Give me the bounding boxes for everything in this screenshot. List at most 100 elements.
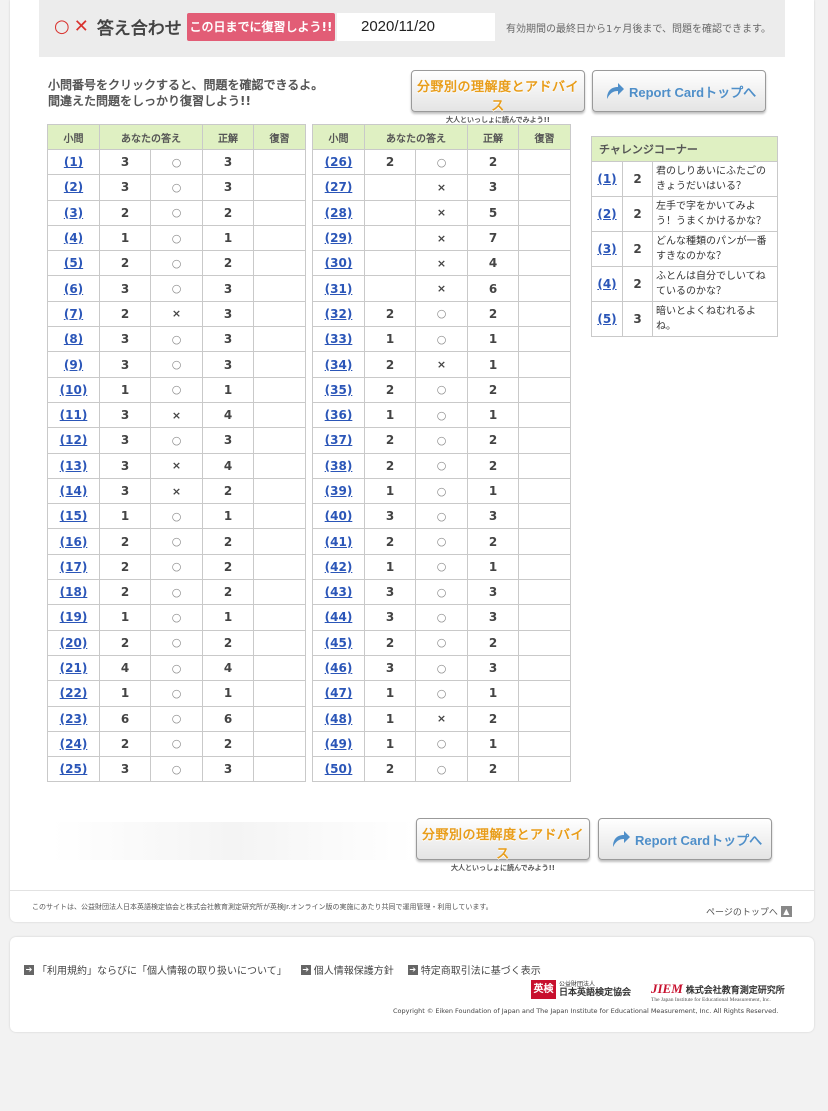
- advice-button-bottom[interactable]: 分野別の理解度とアドバイス 大人といっしょに読んでみよう!!: [416, 818, 590, 872]
- question-link[interactable]: (33): [325, 332, 353, 346]
- review-cell: [518, 503, 571, 530]
- challenge-question-link[interactable]: (2): [597, 207, 616, 221]
- question-link[interactable]: (10): [60, 383, 88, 397]
- question-link[interactable]: (35): [325, 383, 353, 397]
- question-link[interactable]: (39): [325, 484, 353, 498]
- table-row: (26) 2 ○ 2: [312, 148, 571, 176]
- privacy-link[interactable]: ➔ 個人情報保護方針: [300, 962, 394, 977]
- question-link[interactable]: (30): [325, 256, 353, 270]
- review-cell: [518, 275, 571, 302]
- question-link[interactable]: (41): [325, 535, 353, 549]
- question-link[interactable]: (8): [64, 332, 83, 346]
- question-link[interactable]: (22): [60, 686, 88, 700]
- question-link[interactable]: (2): [64, 180, 83, 194]
- question-link[interactable]: (13): [60, 459, 88, 473]
- question-link[interactable]: (43): [325, 585, 353, 599]
- question-link[interactable]: (28): [325, 206, 353, 220]
- advice-button[interactable]: 分野別の理解度とアドバイス 大人といっしょに読んでみよう!!: [411, 70, 585, 124]
- question-number-cell: (5): [47, 250, 100, 277]
- correct-mark: ○: [150, 275, 203, 302]
- question-link[interactable]: (46): [325, 661, 353, 675]
- question-link[interactable]: (17): [60, 560, 88, 574]
- question-link[interactable]: (37): [325, 433, 353, 447]
- question-number-cell: (33): [312, 326, 365, 353]
- report-card-top-button-bottom[interactable]: Report Cardトップへ: [598, 818, 772, 860]
- question-link[interactable]: (14): [60, 484, 88, 498]
- question-link[interactable]: (31): [325, 282, 353, 296]
- question-link[interactable]: (18): [60, 585, 88, 599]
- advice-button-sublabel: 大人といっしょに読んでみよう!!: [450, 864, 556, 872]
- correct-answer-cell: 3: [467, 654, 519, 682]
- challenge-question-link[interactable]: (1): [597, 172, 616, 186]
- your-answer-cell: 1: [364, 326, 416, 353]
- terms-link[interactable]: ➔ 「利用規約」ならびに「個人情報の取り扱いについて」: [24, 962, 287, 977]
- question-link[interactable]: (20): [60, 636, 88, 650]
- challenge-question-link[interactable]: (3): [597, 242, 616, 256]
- correct-answer-cell: 1: [467, 730, 519, 758]
- question-link[interactable]: (50): [325, 762, 353, 776]
- question-link[interactable]: (16): [60, 535, 88, 549]
- report-card-top-button[interactable]: Report Cardトップへ: [592, 70, 766, 112]
- question-link[interactable]: (49): [325, 737, 353, 751]
- question-link[interactable]: (40): [325, 509, 353, 523]
- question-link[interactable]: (34): [325, 358, 353, 372]
- your-answer-cell: [364, 174, 416, 201]
- header-question: 小問: [312, 124, 365, 150]
- correct-answer-cell: 2: [467, 452, 519, 479]
- question-link[interactable]: (23): [60, 712, 88, 726]
- question-link[interactable]: (21): [60, 661, 88, 675]
- question-number-cell: (12): [47, 427, 100, 454]
- question-link[interactable]: (45): [325, 636, 353, 650]
- question-link[interactable]: (29): [325, 231, 353, 245]
- question-link[interactable]: (26): [325, 155, 353, 169]
- question-link[interactable]: (5): [64, 256, 83, 270]
- correct-answer-cell: 1: [202, 680, 254, 707]
- return-arrow-icon: [607, 83, 624, 99]
- your-answer-cell: 2: [99, 528, 151, 555]
- question-link[interactable]: (24): [60, 737, 88, 751]
- page-top-link[interactable]: ページのトップへ ▲: [706, 905, 792, 918]
- question-link[interactable]: (42): [325, 560, 353, 574]
- footer-links: ➔ 「利用規約」ならびに「個人情報の取り扱いについて」 ➔ 個人情報保護方針 ➔ 特定…: [24, 962, 541, 977]
- correct-mark: ○: [415, 477, 468, 505]
- question-link[interactable]: (36): [325, 408, 353, 422]
- question-link[interactable]: (12): [60, 433, 88, 447]
- question-link[interactable]: (15): [60, 509, 88, 523]
- your-answer-cell: 1: [99, 376, 151, 403]
- question-number-cell: (7): [47, 300, 100, 328]
- return-arrow-icon: [613, 831, 630, 847]
- question-link[interactable]: (4): [64, 231, 83, 245]
- table-row: (35) 2 ○ 2: [312, 376, 571, 403]
- question-link[interactable]: (1): [64, 155, 83, 169]
- question-link[interactable]: (19): [60, 610, 88, 624]
- question-link[interactable]: (48): [325, 712, 353, 726]
- challenge-question-link[interactable]: (4): [597, 277, 616, 291]
- question-link[interactable]: (44): [325, 610, 353, 624]
- question-link[interactable]: (25): [60, 762, 88, 776]
- review-cell: [253, 654, 306, 682]
- table-row: (23) 6 ○ 6: [47, 705, 306, 732]
- challenge-row: (2) 2 左手で字をかいてみよう！うまくかけるかな？: [591, 196, 778, 232]
- your-answer-cell: 2: [99, 730, 151, 758]
- commerce-law-link[interactable]: ➔ 特定商取引法に基づく表示: [407, 962, 541, 977]
- incorrect-mark: ×: [150, 401, 203, 429]
- correct-answer-cell: 2: [467, 528, 519, 555]
- question-link[interactable]: (3): [64, 206, 83, 220]
- question-link[interactable]: (9): [64, 358, 83, 372]
- eiken-logo: 英検 公益財団法人 日本英語検定協会: [531, 980, 631, 999]
- question-number-cell: (42): [312, 553, 365, 581]
- question-link[interactable]: (47): [325, 686, 353, 700]
- challenge-question-text: 暗いとよくねむれるよね。: [652, 301, 778, 337]
- jiem-logo: JIEM 株式会社教育測定研究所 The Japan Institute for…: [651, 981, 785, 1003]
- challenge-question-link[interactable]: (5): [597, 312, 616, 326]
- question-link[interactable]: (6): [64, 282, 83, 296]
- your-answer-cell: 3: [99, 148, 151, 176]
- question-link[interactable]: (27): [325, 180, 353, 194]
- question-link[interactable]: (32): [325, 307, 353, 321]
- your-answer-cell: 3: [99, 756, 151, 783]
- table-row: (27) × 3: [312, 174, 571, 201]
- question-number-cell: (1): [47, 148, 100, 176]
- question-link[interactable]: (38): [325, 459, 353, 473]
- question-link[interactable]: (7): [64, 307, 83, 321]
- question-link[interactable]: (11): [60, 408, 88, 422]
